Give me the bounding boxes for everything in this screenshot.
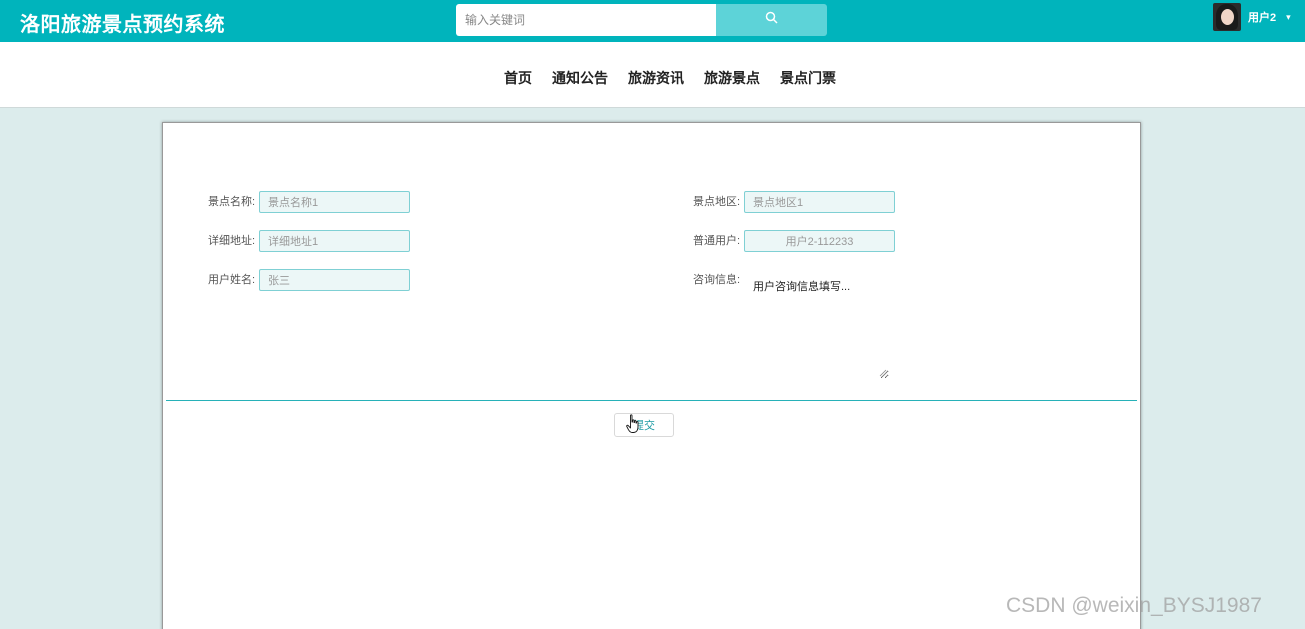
submit-button[interactable]: 提交 [614, 413, 674, 437]
search-input[interactable] [456, 4, 716, 36]
search-bar [456, 4, 827, 36]
form-divider [166, 400, 1137, 401]
scenic-name-label: 景点名称: [208, 196, 256, 208]
nav-item-tickets[interactable]: 景点门票 [780, 68, 836, 88]
main-nav: 首页 通知公告 旅游资讯 旅游景点 景点门票 [0, 42, 1305, 108]
top-header-bar: 洛阳旅游景点预约系统 用户2 ▾ [0, 0, 1305, 42]
chevron-down-icon: ▾ [1286, 11, 1291, 22]
regular-user-field[interactable] [744, 230, 895, 252]
user-name: 用户2 [1248, 12, 1277, 24]
user-real-name-field[interactable] [259, 269, 410, 291]
app-title: 洛阳旅游景点预约系统 [20, 14, 225, 36]
resize-handle-icon[interactable] [879, 369, 887, 377]
address-label: 详细地址: [208, 235, 256, 247]
nav-item-scenic-spots[interactable]: 旅游景点 [704, 68, 760, 88]
avatar [1213, 3, 1241, 31]
search-button[interactable] [716, 4, 827, 36]
consultation-form-card: 景点名称: 详细地址: 用户姓名: 景点地区: 普通用户: 咨询信息: 用户咨询… [162, 122, 1141, 629]
consult-info-textarea[interactable]: 用户咨询信息填写... [745, 272, 889, 379]
regular-user-label: 普通用户: [693, 235, 741, 247]
scenic-area-label: 景点地区: [693, 196, 741, 208]
search-icon [765, 11, 778, 29]
hand-pointer-icon [626, 414, 639, 433]
watermark: CSDN @weixin_BYSJ1987 [1006, 594, 1262, 617]
scenic-area-field[interactable] [744, 191, 895, 213]
user-real-name-label: 用户姓名: [208, 274, 256, 286]
consult-info-label: 咨询信息: [693, 274, 741, 286]
nav-item-news[interactable]: 旅游资讯 [628, 68, 684, 88]
nav-item-notices[interactable]: 通知公告 [552, 68, 608, 88]
address-field[interactable] [259, 230, 410, 252]
user-menu[interactable]: 用户2 ▾ [1213, 2, 1291, 32]
scenic-name-field[interactable] [259, 191, 410, 213]
nav-item-home[interactable]: 首页 [504, 68, 532, 88]
